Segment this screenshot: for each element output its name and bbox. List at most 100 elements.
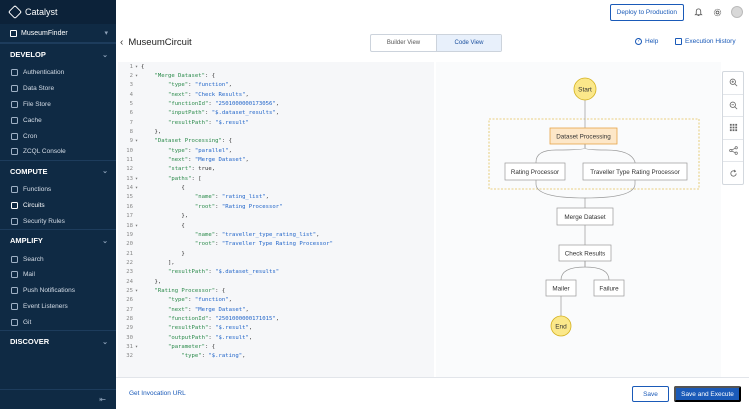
avatar[interactable] xyxy=(731,6,743,18)
code-line: 5 "functionId": "2501000000173056", xyxy=(118,99,434,108)
sidebar-item-label: Git xyxy=(23,318,32,326)
cache-icon xyxy=(11,116,18,124)
help-link[interactable]: ? Help xyxy=(635,38,658,45)
code-line: 28 "functionId": "2501000000171015", xyxy=(118,314,434,323)
flow-start-label: Start xyxy=(578,87,592,94)
line-number: 13 xyxy=(126,175,133,182)
sidebar-item-label: Search xyxy=(23,255,44,263)
sidebar-item-zcql-console[interactable]: ZCQL Console xyxy=(0,144,116,160)
code-line: 11 "next": "Merge Dataset", xyxy=(118,155,434,164)
code-line: 13 ▾ "paths": [ xyxy=(118,174,434,183)
execution-history-link[interactable]: Execution History xyxy=(675,38,736,45)
line-number: 29 xyxy=(126,325,133,332)
back-arrow-icon[interactable]: ‹ xyxy=(120,37,123,48)
help-label: Help xyxy=(645,38,659,45)
sidebar-item-authentication[interactable]: Authentication xyxy=(0,65,116,81)
code-line: 31 ▾ "parameter": { xyxy=(118,342,434,351)
code-line: 9 ▾ "Dataset Processing": { xyxy=(118,137,434,146)
sidebar-section-title: DEVELOP xyxy=(10,50,46,59)
flow-rating-processor-label: Rating Processor xyxy=(511,169,559,176)
zoom-in-icon[interactable] xyxy=(723,72,743,95)
help-icon: ? xyxy=(635,38,642,45)
code-text: "resultPath": "$.dataset_results" xyxy=(167,269,280,276)
code-line: 23 "resultPath": "$.dataset_results" xyxy=(118,268,434,277)
deploy-to-production-button[interactable]: Deploy to Production xyxy=(609,3,684,21)
mail-icon xyxy=(11,271,18,279)
line-number: 8 xyxy=(129,129,133,136)
line-number: 25 xyxy=(126,287,133,294)
line-number: 18 xyxy=(126,222,133,229)
tab-code-view[interactable]: Code View xyxy=(436,35,501,51)
code-line: 16 "root": "Rating Processor" xyxy=(118,202,434,211)
gear-icon[interactable] xyxy=(712,7,722,17)
project-selector[interactable]: MuseumFinder ▾ xyxy=(0,24,116,43)
code-line: 30 "outputPath": "$.result", xyxy=(118,333,434,342)
code-text: "Merge Dataset": { xyxy=(154,73,216,80)
file-store-icon xyxy=(11,100,18,108)
get-invocation-url-link[interactable]: Get Invocation URL xyxy=(129,390,186,397)
sidebar-item-push-notifications[interactable]: Push Notifications xyxy=(0,283,116,299)
code-text: "start": true, xyxy=(167,166,216,173)
sidebar-item-cron[interactable]: Cron xyxy=(0,128,116,144)
bottom-bar: Get Invocation URL Save Save and Execute xyxy=(116,377,749,409)
line-number: 30 xyxy=(126,334,133,341)
code-text: "inputPath": "$.dataset_results", xyxy=(167,110,280,117)
code-text: "next": "Merge Dataset", xyxy=(167,306,249,313)
sidebar-section-title: AMPLIFY xyxy=(10,236,43,246)
refresh-icon[interactable] xyxy=(723,162,743,184)
code-line: 26 "type": "function", xyxy=(118,296,434,305)
sidebar-item-git[interactable]: Git xyxy=(0,314,116,330)
sidebar-item-security-rules[interactable]: Security Rules xyxy=(0,213,116,229)
flow-traveller-rating-label: Traveller Type Rating Processor xyxy=(590,169,680,176)
project-name: MuseumFinder xyxy=(21,29,68,37)
sidebar-item-label: Circuits xyxy=(23,201,45,209)
code-editor[interactable]: 1 ▾{2 ▾ "Merge Dataset": {3 "type": "funct… xyxy=(118,62,434,377)
zoom-out-icon[interactable] xyxy=(723,95,743,118)
line-number: 24 xyxy=(126,278,133,285)
code-text: "type": "$.rating", xyxy=(181,353,246,360)
flow-canvas[interactable]: Start Dataset Processing Rating Processo… xyxy=(436,62,721,377)
sidebar-item-event-listeners[interactable]: Event Listeners xyxy=(0,299,116,315)
sidebar-section-compute[interactable]: COMPUTE ⌄ xyxy=(0,159,116,182)
bell-icon[interactable] xyxy=(693,7,703,17)
code-text: "root": "Traveller Type Rating Processor… xyxy=(194,241,333,248)
sidebar-item-data-store[interactable]: Data Store xyxy=(0,81,116,97)
sidebar-item-file-store[interactable]: File Store xyxy=(0,97,116,113)
sidebar-item-circuits[interactable]: Circuits xyxy=(0,198,116,214)
sidebar-item-search[interactable]: Search xyxy=(0,251,116,267)
line-number: 22 xyxy=(126,259,133,266)
topbar: Deploy to Production xyxy=(116,0,749,24)
line-number: 19 xyxy=(126,231,133,238)
code-line: 32 "type": "$.rating", xyxy=(118,352,434,361)
security-rules-icon xyxy=(11,217,18,225)
code-line: 20 "root": "Traveller Type Rating Proces… xyxy=(118,240,434,249)
code-text: }, xyxy=(141,213,189,220)
sidebar-item-cache[interactable]: Cache xyxy=(0,112,116,128)
sidebar-collapse[interactable]: ⇤ xyxy=(0,389,116,409)
save-button[interactable]: Save xyxy=(632,386,669,402)
sidebar-item-label: File Store xyxy=(23,100,51,108)
save-and-execute-button[interactable]: Save and Execute xyxy=(674,386,741,402)
tab-builder-view[interactable]: Builder View xyxy=(371,35,436,51)
sidebar-section-develop[interactable]: DEVELOP ⌄ xyxy=(0,43,116,65)
code-line: 27 "next": "Merge Dataset", xyxy=(118,305,434,314)
sidebar-section-amplify[interactable]: AMPLIFY ⌄ xyxy=(0,229,116,251)
share-icon[interactable] xyxy=(723,140,743,163)
grid-icon[interactable] xyxy=(723,117,743,140)
code-text: "type": "parallel", xyxy=(167,147,232,154)
code-text: ], xyxy=(141,259,175,266)
sidebar-item-mail[interactable]: Mail xyxy=(0,267,116,283)
code-line: 2 ▾ "Merge Dataset": { xyxy=(118,71,434,80)
collapse-icon[interactable]: ⇤ xyxy=(99,395,106,404)
sidebar-section-discover[interactable]: DISCOVER ⌄ xyxy=(0,330,116,352)
execution-history-label: Execution History xyxy=(685,38,736,45)
code-line: 29 "resultPath": "$.result", xyxy=(118,324,434,333)
sidebar-item-functions[interactable]: Functions xyxy=(0,182,116,198)
event-listeners-icon xyxy=(11,302,18,310)
brand[interactable]: Catalyst xyxy=(0,0,116,24)
flow-end-label: End xyxy=(555,324,567,331)
flow-merge-dataset-label: Merge Dataset xyxy=(564,214,606,221)
line-number: 7 xyxy=(129,119,133,126)
cron-icon xyxy=(11,132,18,140)
page-header: ‹ MuseumCircuit Builder View Code View ?… xyxy=(116,28,749,56)
